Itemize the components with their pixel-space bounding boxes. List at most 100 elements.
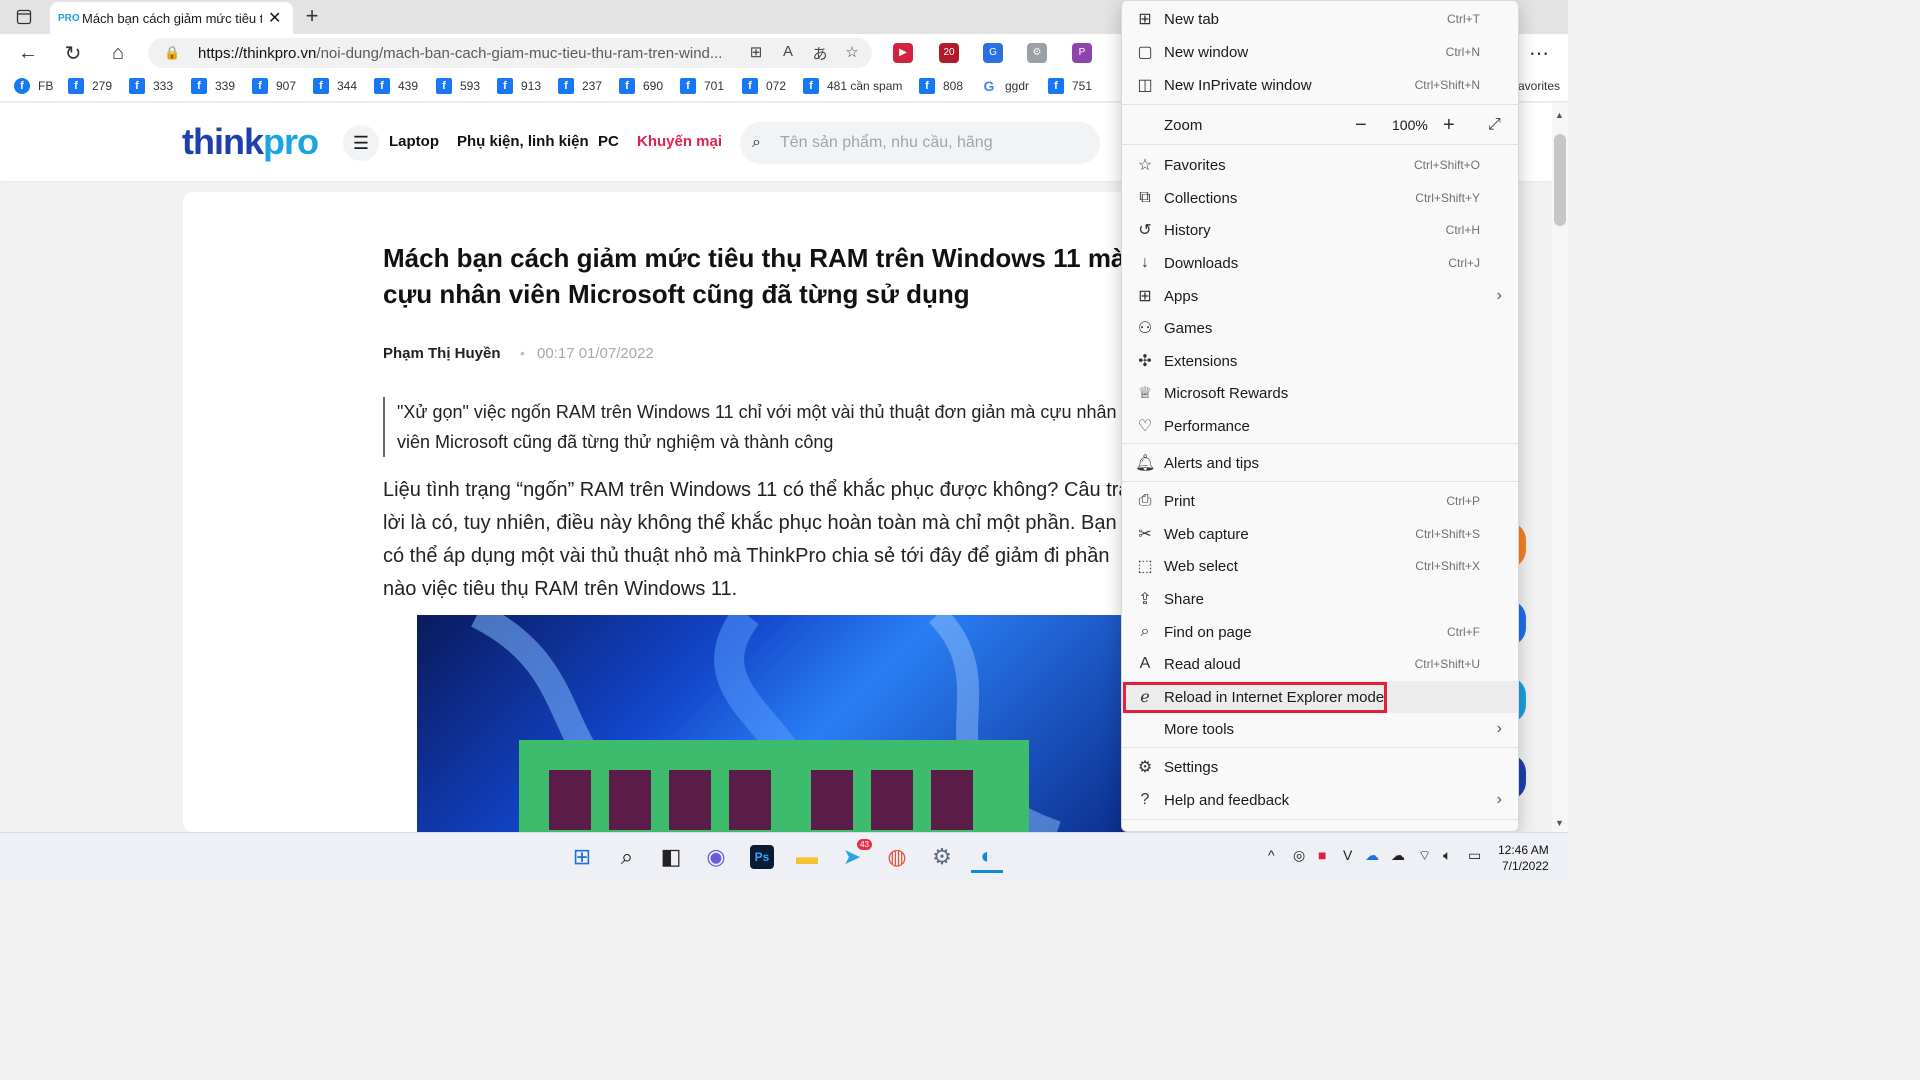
extension-gear-icon[interactable]: ⚙ — [1027, 43, 1047, 63]
nav-promotions[interactable]: Khuyến mại — [637, 133, 722, 150]
system-clock[interactable]: 12:46 AM 7/1/2022 — [1498, 842, 1549, 874]
favorite-item[interactable]: f 690 — [619, 78, 663, 94]
menu-performance[interactable]: ♡ Performance — [1122, 410, 1518, 442]
menu-settings[interactable]: ⚙ Settings — [1122, 751, 1518, 783]
other-favorites-label[interactable]: avorites — [1518, 79, 1560, 93]
photoshop-icon[interactable]: Ps — [746, 841, 778, 873]
menu-help[interactable]: ? Help and feedback › — [1122, 784, 1518, 816]
settings-gear-icon[interactable]: ⚙ — [926, 841, 958, 873]
menu-new-window[interactable]: ▢ New window Ctrl+N — [1122, 36, 1518, 68]
fullscreen-icon[interactable]: ⤢ — [1488, 116, 1501, 134]
menu-share[interactable]: ⇪ Share — [1122, 583, 1518, 615]
tab-actions-icon[interactable] — [10, 6, 38, 28]
menu-extensions[interactable]: ✣ Extensions — [1122, 345, 1518, 377]
apps-icon[interactable]: ⊞ — [746, 43, 766, 63]
chat-icon[interactable]: ◉ — [700, 841, 732, 873]
menu-web-capture[interactable]: ✂ Web capture Ctrl+Shift+S — [1122, 518, 1518, 550]
search-icon[interactable]: ⌕ — [611, 841, 643, 873]
facebook-icon: f — [436, 78, 452, 94]
menu-rewards[interactable]: ♕ Microsoft Rewards — [1122, 377, 1518, 409]
cloud-icon[interactable]: ☁ — [1391, 847, 1405, 864]
menu-divider — [1122, 747, 1518, 748]
menu-collections[interactable]: ⧉ Collections Ctrl+Shift+Y — [1122, 182, 1518, 214]
battery-icon[interactable]: ▭ — [1468, 847, 1481, 864]
zoom-out-icon[interactable]: − — [1355, 114, 1367, 137]
tray-v-icon[interactable]: V — [1343, 847, 1352, 863]
add-favorite-icon[interactable]: ☆ — [842, 43, 862, 63]
favorite-item[interactable]: f 701 — [680, 78, 724, 94]
favorite-item[interactable]: f 333 — [129, 78, 173, 94]
menu-history[interactable]: ↺ History Ctrl+H — [1122, 214, 1518, 246]
refresh-icon[interactable]: ↻ — [59, 39, 87, 67]
favorite-item[interactable]: f FB — [14, 78, 53, 94]
scrollbar-thumb[interactable] — [1554, 134, 1566, 226]
address-bar[interactable]: 🔒 https://thinkpro.vn/noi-dung/mach-ban-… — [148, 38, 872, 68]
menu-divider — [1122, 144, 1518, 145]
site-search-input[interactable]: ⌕ Tên sản phẩm, nhu cầu, hãng — [740, 122, 1100, 164]
home-icon[interactable]: ⌂ — [104, 39, 132, 67]
wifi-icon[interactable]: ⌔ — [1418, 847, 1431, 865]
menu-find[interactable]: ⌕ Find on page Ctrl+F — [1122, 616, 1518, 648]
menu-new-tab[interactable]: ⊞ New tab Ctrl+T — [1122, 3, 1518, 35]
read-aloud-icon[interactable]: A — [778, 43, 798, 63]
favorite-item[interactable]: f 344 — [313, 78, 357, 94]
favorite-item[interactable]: f 339 — [191, 78, 235, 94]
scroll-down-icon[interactable]: ▼ — [1555, 818, 1564, 828]
menu-print[interactable]: ⎙ Print Ctrl+P — [1122, 485, 1518, 517]
tray-app-icon[interactable]: ◎ — [1293, 847, 1305, 864]
menu-favorites[interactable]: ☆ Favorites Ctrl+Shift+O — [1122, 149, 1518, 181]
nav-laptop[interactable]: Laptop — [389, 133, 439, 150]
back-icon[interactable]: ← — [14, 39, 42, 67]
menu-new-inprivate[interactable]: ◫ New InPrivate window Ctrl+Shift+N — [1122, 69, 1518, 101]
favorite-item[interactable]: f 751 — [1048, 78, 1092, 94]
chrome-icon[interactable]: ◍ — [881, 841, 913, 873]
tray-red-app-icon[interactable]: ■ — [1318, 847, 1326, 863]
menu-alerts[interactable]: 🔔︎ Alerts and tips — [1122, 447, 1518, 479]
extension-pdf-icon[interactable]: P — [1072, 43, 1092, 63]
extension-red-icon[interactable]: ▶ — [893, 43, 913, 63]
onedrive-icon[interactable]: ☁ — [1365, 847, 1379, 864]
menu-games[interactable]: ⚇ Games — [1122, 312, 1518, 344]
menu-downloads[interactable]: ↓ Downloads Ctrl+J — [1122, 247, 1518, 279]
thinkpro-logo[interactable]: thinkpro — [182, 121, 319, 163]
favorite-item[interactable]: Gggdr — [981, 78, 1029, 94]
favorite-item[interactable]: f 593 — [436, 78, 480, 94]
zoom-in-icon[interactable]: + — [1443, 114, 1455, 137]
favorite-item[interactable]: f 072 — [742, 78, 786, 94]
article-author[interactable]: Phạm Thị Huyền — [383, 345, 501, 362]
lock-icon[interactable]: 🔒 — [164, 45, 180, 61]
nav-pc[interactable]: PC — [598, 133, 619, 150]
favorite-label: 690 — [643, 79, 664, 93]
menu-apps[interactable]: ⊞ Apps › — [1122, 280, 1518, 312]
favorite-item[interactable]: f 237 — [558, 78, 602, 94]
file-explorer-icon[interactable]: ▬ — [791, 841, 823, 873]
tray-chevron-up-icon[interactable]: ^ — [1268, 847, 1275, 863]
new-tab-icon[interactable]: + — [300, 5, 324, 29]
facebook-icon: f — [680, 78, 696, 94]
translate-icon[interactable]: あ — [810, 43, 830, 63]
extension-translate-icon[interactable]: G — [983, 43, 1003, 63]
start-icon[interactable]: ⊞ — [566, 841, 598, 873]
nav-accessories[interactable]: Phụ kiện, linh kiện — [457, 133, 589, 150]
favorite-item[interactable]: f 808 — [919, 78, 963, 94]
favorite-item[interactable]: f 439 — [374, 78, 418, 94]
edge-icon[interactable]: ◐ — [971, 841, 1003, 873]
find-icon: ⌕ — [1140, 623, 1150, 640]
browser-tab[interactable]: PRO Mách bạn cách giảm mức tiêu thụ RAM … — [50, 2, 293, 34]
hamburger-menu-icon[interactable]: ☰ — [343, 125, 379, 161]
menu-web-select[interactable]: ⬚ Web select Ctrl+Shift+X — [1122, 550, 1518, 582]
extension-badge-icon[interactable]: 20 — [939, 43, 959, 63]
task-view-icon[interactable]: ◧ — [655, 841, 687, 873]
scroll-up-icon[interactable]: ▲ — [1555, 110, 1564, 120]
menu-more-tools[interactable]: More tools › — [1122, 713, 1518, 745]
volume-muted-icon[interactable]: 🔈︎ — [1443, 847, 1451, 864]
read-aloud-icon: A — [1139, 655, 1151, 672]
close-tab-icon[interactable]: ✕ — [268, 8, 281, 28]
menu-read-aloud[interactable]: A Read aloud Ctrl+Shift+U — [1122, 648, 1518, 680]
more-options-icon[interactable]: ⋯ — [1525, 39, 1553, 67]
favorite-item[interactable]: f 279 — [68, 78, 112, 94]
favorite-item[interactable]: f 481 cần spam — [803, 78, 902, 94]
telegram-icon[interactable]: ➤ 43 — [836, 839, 872, 873]
favorite-item[interactable]: f 913 — [497, 78, 541, 94]
favorite-item[interactable]: f 907 — [252, 78, 296, 94]
